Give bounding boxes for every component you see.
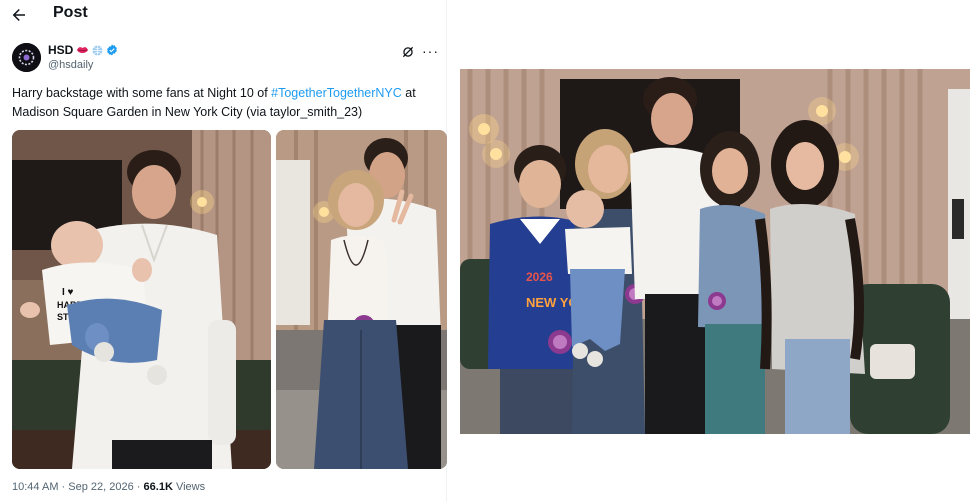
author-row: HSD @hsdaily ··· bbox=[12, 42, 439, 76]
meta-separator: · bbox=[61, 481, 66, 493]
baby-shirt-text: I ♥ bbox=[62, 287, 74, 298]
photo-2-image bbox=[276, 130, 447, 469]
tweet-photo-2[interactable] bbox=[276, 130, 447, 469]
post-date[interactable]: Sep 22, 2026 bbox=[68, 481, 133, 493]
author-name[interactable]: HSD bbox=[48, 43, 73, 57]
hsd-avatar bbox=[12, 43, 41, 72]
jersey-number-text: 2026 bbox=[526, 270, 553, 284]
photo-1-image: I ♥ HARRY STYLES bbox=[12, 130, 271, 469]
more-icon[interactable]: ··· bbox=[422, 43, 439, 59]
tweet-text-start: Harry backstage with some fans at Night … bbox=[12, 86, 272, 100]
expanded-photo[interactable]: 2026 NEW YO bbox=[460, 69, 970, 434]
arrow-left-icon[interactable] bbox=[10, 6, 28, 24]
photo-3-image: 2026 NEW YO bbox=[460, 69, 970, 434]
page-title: Post bbox=[53, 4, 88, 21]
jersey-text: NEW YO bbox=[526, 295, 579, 310]
tweet-text: Harry backstage with some fans at Night … bbox=[12, 84, 440, 121]
post-time[interactable]: 10:44 AM bbox=[12, 481, 58, 493]
hashtag-link[interactable]: #TogetherTogetherNYC bbox=[271, 86, 402, 100]
author-handle[interactable]: @hsdaily bbox=[48, 59, 93, 71]
views-count: 66.1K bbox=[143, 481, 173, 493]
post-header: Post bbox=[0, 0, 447, 30]
grok-icon[interactable] bbox=[401, 45, 415, 59]
tweet-photo-1[interactable]: I ♥ HARRY STYLES bbox=[12, 130, 271, 469]
avatar[interactable] bbox=[12, 43, 41, 72]
verified-badge-icon bbox=[107, 44, 118, 56]
post-meta: 10:44 AM · Sep 22, 2026 · 66.1K Views bbox=[12, 481, 205, 493]
lips-emoji-icon bbox=[77, 47, 89, 53]
post-panel: Post HSD @hsdaily ··· Harry backstage wi… bbox=[0, 0, 447, 502]
globe-emoji-icon bbox=[92, 45, 103, 55]
author-name-row[interactable]: HSD bbox=[48, 43, 118, 57]
views-label: Views bbox=[175, 481, 206, 493]
meta-separator-2: · bbox=[136, 481, 141, 493]
